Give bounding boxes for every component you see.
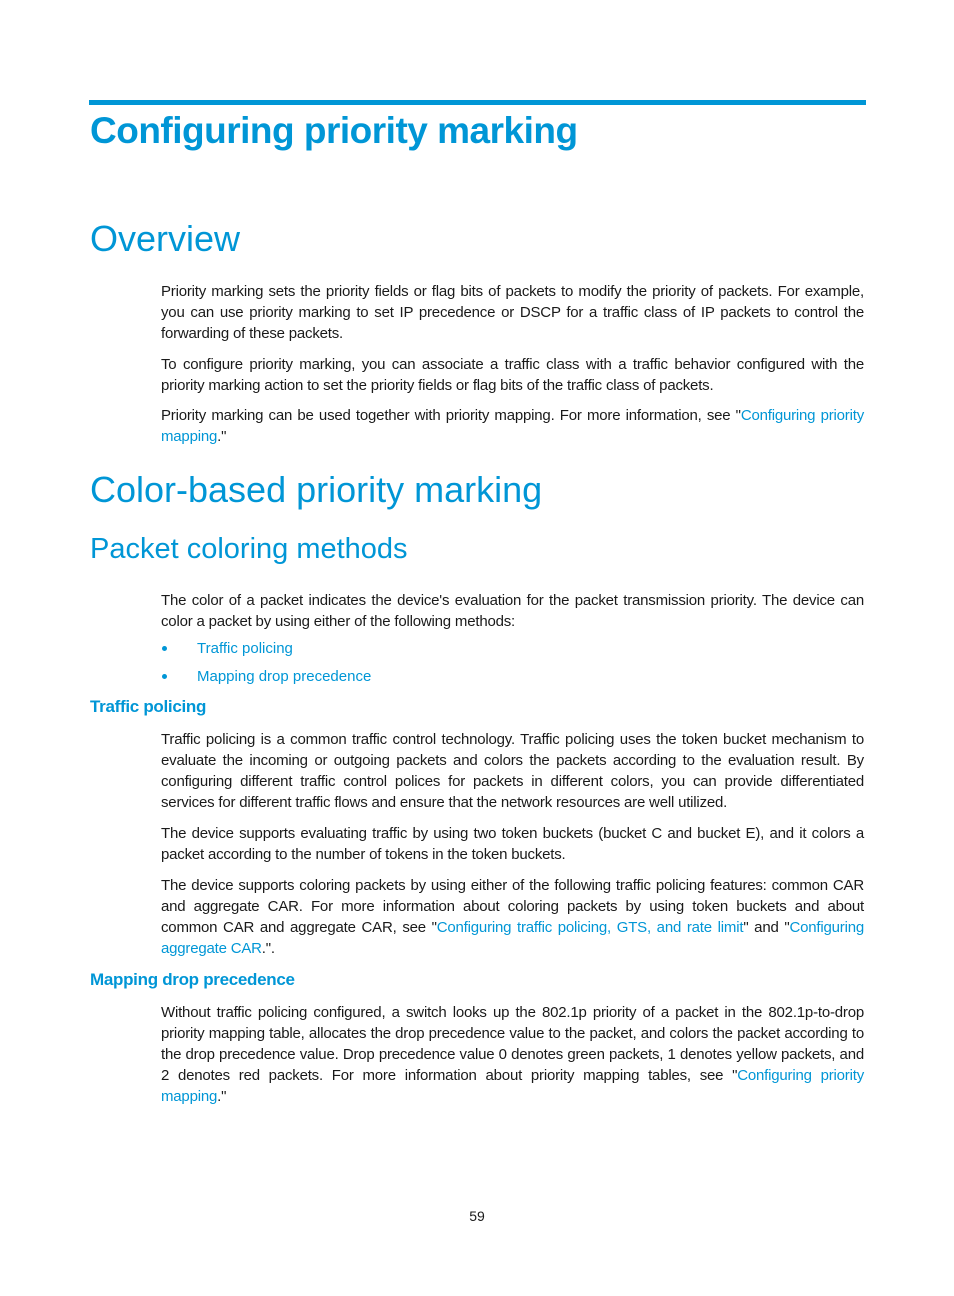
overview-p3-text: Priority marking can be used together wi… [161, 407, 741, 424]
methods-intro: The color of a packet indicates the devi… [161, 592, 864, 630]
traffic-policing-heading: Traffic policing [90, 697, 207, 716]
overview-paragraph-1: Priority marking sets the priority field… [161, 283, 864, 342]
tp-p3-tail: .". [261, 940, 275, 957]
mapping-drop-paragraph: Without traffic policing configured, a s… [161, 1002, 864, 1107]
list-item: Mapping drop precedence [161, 666, 371, 694]
page-number: 59 [469, 1208, 485, 1224]
tp-p3-middle: " and " [743, 919, 790, 936]
bullet-icon [162, 674, 167, 679]
color-based-heading: Color-based priority marking [90, 469, 543, 510]
traffic-policing-paragraph-1: Traffic policing is a common traffic con… [161, 731, 864, 811]
chapter-rule [89, 100, 866, 105]
traffic-policing-paragraph-2: The device supports evaluating traffic b… [161, 825, 864, 863]
overview-p3-tail: ." [217, 428, 227, 445]
link-mapping-drop-precedence[interactable]: Mapping drop precedence [197, 668, 371, 685]
traffic-policing-paragraph-3: The device supports coloring packets by … [161, 875, 864, 959]
packet-coloring-methods-heading: Packet coloring methods [90, 533, 408, 565]
overview-paragraph-3: Priority marking can be used together wi… [161, 405, 864, 447]
methods-list: Traffic policing Mapping drop precedence [161, 638, 371, 694]
md-p1-tail: ." [217, 1088, 227, 1105]
link-traffic-policing[interactable]: Traffic policing [197, 640, 293, 657]
mapping-drop-precedence-heading: Mapping drop precedence [90, 970, 295, 989]
overview-heading: Overview [90, 218, 241, 259]
overview-paragraph-2: To configure priority marking, you can a… [161, 356, 864, 394]
chapter-title: Configuring priority marking [90, 110, 578, 151]
list-item: Traffic policing [161, 638, 371, 666]
bullet-icon [162, 646, 167, 651]
link-configuring-traffic-policing[interactable]: Configuring traffic policing, GTS, and r… [437, 919, 744, 936]
